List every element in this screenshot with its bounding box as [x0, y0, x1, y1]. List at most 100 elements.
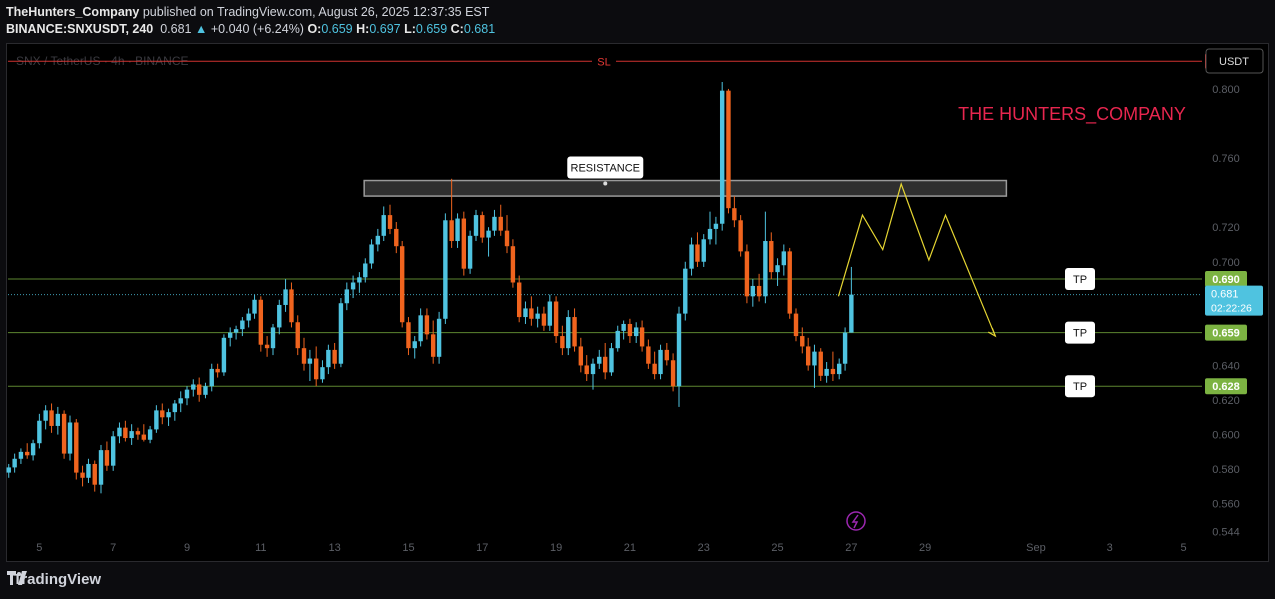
- x-tick-label: 17: [476, 542, 488, 554]
- x-tick-label: 23: [698, 542, 710, 554]
- candle-body: [264, 344, 270, 349]
- candle-body: [215, 368, 220, 373]
- candle-body: [566, 317, 571, 349]
- y-tick-label: 0.700: [1212, 257, 1240, 269]
- candle-body: [504, 230, 510, 247]
- candle-body: [652, 363, 657, 375]
- resistance-label: RESISTANCE: [571, 163, 640, 175]
- candle-body: [750, 285, 756, 297]
- candle-body: [787, 251, 792, 314]
- x-tick-label: 7: [110, 542, 116, 554]
- resistance-zone: [363, 179, 1008, 197]
- x-tick-label: 19: [550, 542, 562, 554]
- candle-body: [74, 422, 79, 473]
- candle-body: [510, 246, 516, 283]
- x-tick-label: 3: [1107, 542, 1113, 554]
- candle-body: [763, 241, 768, 297]
- candle-body: [49, 410, 54, 426]
- candle-body: [805, 346, 811, 366]
- candle-body: [6, 467, 11, 473]
- candle-body: [61, 413, 67, 454]
- candle-body: [744, 251, 750, 297]
- candle-body: [129, 431, 134, 439]
- y-tick-label: 0.620: [1212, 395, 1240, 407]
- candle-body: [443, 220, 448, 319]
- candle-body: [240, 320, 245, 330]
- candle-body: [320, 367, 325, 380]
- candle-body: [836, 363, 842, 375]
- candle-body: [535, 313, 540, 319]
- candle-body: [732, 208, 737, 221]
- y-tick-label: 0.760: [1212, 153, 1240, 165]
- candle-body: [277, 304, 282, 328]
- candle-body: [92, 463, 97, 485]
- candle-body: [147, 429, 153, 440]
- candle-body: [683, 268, 688, 314]
- candle-body: [492, 216, 497, 231]
- candle-body: [295, 322, 300, 349]
- resistance-anchor-dot: [603, 181, 608, 186]
- candle-body: [486, 230, 491, 238]
- candle-body: [609, 348, 614, 373]
- candle-body: [461, 218, 467, 269]
- current-price-text: 0.681: [1211, 289, 1239, 301]
- candle-body: [498, 216, 503, 231]
- candle-body: [338, 303, 344, 364]
- candle-body: [553, 301, 559, 337]
- candle-body: [184, 389, 190, 399]
- candle-body: [43, 410, 48, 421]
- candle-body: [141, 434, 147, 440]
- candle-body: [252, 299, 257, 314]
- price-tag-text-1: 0.690: [1212, 274, 1240, 286]
- candle-body: [597, 356, 602, 364]
- tp-label-1: TP: [1073, 274, 1087, 286]
- x-tick-label: 15: [402, 542, 414, 554]
- candle-body: [301, 348, 307, 364]
- x-tick-label: Sep: [1026, 542, 1046, 554]
- candle-body: [283, 289, 288, 305]
- candle-body: [418, 315, 423, 342]
- candle-body: [578, 346, 584, 366]
- candle-body: [24, 451, 30, 456]
- candle-body: [233, 329, 239, 333]
- y-tick-label: 0.600: [1212, 430, 1240, 442]
- candlestick-chart[interactable]: SNX / TetherUS · 4h · BINANCERESISTANCES…: [0, 0, 1275, 599]
- lightning-icon[interactable]: [846, 511, 866, 531]
- candle-body: [646, 346, 651, 364]
- x-tick-label: 5: [1180, 542, 1186, 554]
- x-tick-label: 29: [919, 542, 931, 554]
- candle-body: [523, 308, 528, 318]
- candle-body: [602, 356, 608, 373]
- candle-body: [707, 228, 713, 240]
- candle-body: [726, 90, 731, 209]
- candle-body: [467, 235, 473, 269]
- x-tick-label: 13: [329, 542, 341, 554]
- candle-body: [449, 220, 454, 242]
- x-tick-label: 25: [771, 542, 783, 554]
- candle-body: [560, 336, 565, 349]
- candle-body: [830, 368, 836, 375]
- candle-body: [590, 363, 596, 375]
- candle-body: [246, 313, 251, 321]
- projection-arrow-icon: [988, 327, 997, 338]
- candle-body: [55, 413, 61, 426]
- candle-body: [123, 427, 128, 439]
- candle-body: [701, 239, 706, 262]
- candle-body: [849, 294, 854, 333]
- candle-body: [719, 90, 725, 224]
- candle-body: [633, 327, 639, 337]
- tp-label-3: TP: [1073, 381, 1087, 393]
- x-tick-label: 9: [184, 542, 190, 554]
- candle-body: [658, 349, 663, 375]
- x-tick-label: 5: [36, 542, 42, 554]
- y-tick-label: 0.640: [1212, 360, 1240, 372]
- candle-body: [516, 282, 522, 318]
- projection-path: [837, 182, 996, 337]
- candle-body: [756, 285, 762, 297]
- candle-body: [270, 327, 276, 349]
- candle-body: [824, 368, 829, 376]
- currency-button-label[interactable]: USDT: [1219, 56, 1249, 68]
- candle-body: [473, 215, 479, 236]
- candle-body: [221, 337, 227, 373]
- candle-body: [326, 349, 331, 368]
